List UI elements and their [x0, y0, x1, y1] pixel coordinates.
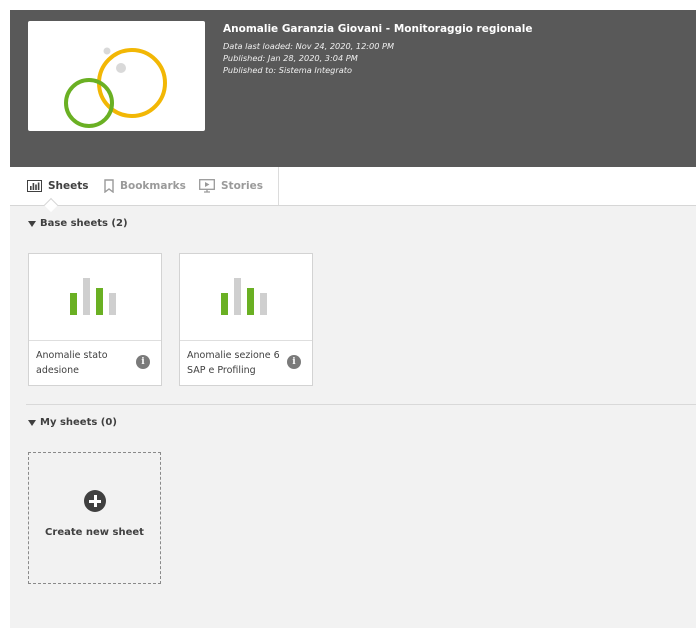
published-date: Published: Jan 28, 2020, 3:04 PM	[223, 53, 358, 63]
app-overview: Anomalie Garanzia Giovani - Monitoraggio…	[10, 10, 696, 628]
sheet-thumbnail	[29, 254, 161, 341]
tab-stories[interactable]: Stories	[199, 167, 263, 205]
plus-icon	[84, 490, 106, 512]
sheet-card[interactable]: Anomalie sezione 6 SAP e Profiling i	[179, 253, 313, 386]
app-header: Anomalie Garanzia Giovani - Monitoraggio…	[10, 10, 696, 167]
tab-sheets-label: Sheets	[48, 180, 89, 192]
create-new-sheet-button[interactable]: Create new sheet	[28, 452, 161, 584]
sheet-chart-icon	[221, 278, 267, 315]
bookmark-icon	[104, 179, 114, 193]
caret-down-icon	[28, 419, 36, 426]
sheet-title: Anomalie stato adesione	[36, 350, 108, 376]
tab-sheets[interactable]: Sheets	[27, 167, 89, 205]
base-sheets-label: Base sheets (2)	[40, 218, 128, 229]
tab-divider	[278, 167, 279, 205]
info-icon[interactable]: i	[287, 355, 301, 369]
my-sheets-header[interactable]: My sheets (0)	[28, 417, 117, 428]
create-new-sheet-label: Create new sheet	[45, 527, 144, 538]
sheet-chart-icon	[70, 278, 116, 315]
stories-icon	[199, 179, 215, 193]
caret-down-icon	[28, 220, 36, 227]
tab-bookmarks[interactable]: Bookmarks	[104, 167, 186, 205]
sheet-title: Anomalie sezione 6 SAP e Profiling	[187, 350, 280, 376]
tab-stories-label: Stories	[221, 180, 263, 192]
sheets-icon	[27, 180, 42, 192]
section-divider	[26, 404, 696, 405]
asset-tab-bar: Sheets Bookmarks Stories	[10, 167, 696, 213]
my-sheets-label: My sheets (0)	[40, 417, 117, 428]
info-icon[interactable]: i	[136, 355, 150, 369]
sheet-card[interactable]: Anomalie stato adesione i	[28, 253, 162, 386]
tab-bookmarks-label: Bookmarks	[120, 180, 186, 192]
published-to: Published to: Sistema Integrato	[223, 65, 352, 75]
data-last-loaded: Data last loaded: Nov 24, 2020, 12:00 PM	[223, 41, 395, 51]
sheet-thumbnail	[180, 254, 312, 341]
app-logo-circles-icon	[64, 47, 167, 128]
base-sheets-header[interactable]: Base sheets (2)	[28, 218, 128, 229]
app-thumbnail	[28, 21, 205, 131]
app-title: Anomalie Garanzia Giovani - Monitoraggio…	[223, 23, 533, 35]
